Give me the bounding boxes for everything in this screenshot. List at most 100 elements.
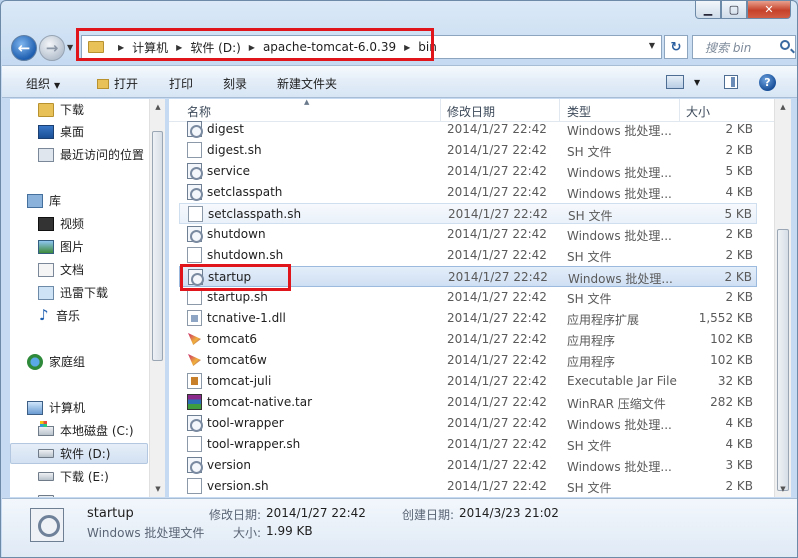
file-modified-date: 2014/1/27 22:42: [447, 164, 547, 178]
scroll-down-icon[interactable]: ▼: [775, 481, 791, 497]
file-type: SH 文件: [568, 209, 613, 223]
sidebar-item-drive-more[interactable]: [38, 489, 164, 497]
maximize-button[interactable]: ▢: [721, 1, 747, 19]
arrow-right-icon: →: [45, 39, 59, 57]
column-modified[interactable]: 修改日期: [447, 103, 495, 120]
file-type: 应用程序扩展: [567, 313, 640, 327]
chevron-down-icon: ▼: [54, 81, 61, 90]
recent-pages-dropdown[interactable]: ▼: [67, 43, 73, 52]
file-row[interactable]: tool-wrapper 2014/1/27 22:42 Windows 批处理..…: [179, 413, 757, 434]
help-icon: ?: [759, 73, 776, 91]
file-row[interactable]: tool-wrapper.sh 2014/1/27 22:42 SH 文件 4 KB: [179, 434, 757, 455]
sidebar-item-downloads[interactable]: 下载: [38, 99, 164, 120]
preview-pane-button[interactable]: [724, 72, 738, 92]
address-highlight-box: [76, 28, 434, 61]
file-row[interactable]: setclasspath.sh 2014/1/27 22:42 SH 文件 5 KB: [179, 203, 757, 224]
sidebar-item-thunder[interactable]: 迅雷下载: [38, 282, 164, 303]
sidebar-item-pictures[interactable]: 图片: [38, 236, 164, 257]
refresh-button[interactable]: ↻: [664, 35, 688, 59]
file-row[interactable]: tomcat-juli 2014/1/27 22:42 Executable Jar…: [179, 371, 757, 392]
navigation-pane-scrollbar[interactable]: ▲ ▼: [149, 99, 165, 497]
sh-file-icon: [187, 478, 202, 494]
dll-file-icon: [187, 310, 202, 326]
sidebar-item-libraries[interactable]: 库: [27, 190, 164, 211]
file-row[interactable]: version.sh 2014/1/27 22:42 SH 文件 2 KB: [179, 476, 757, 497]
chevron-down-icon: ▼: [694, 77, 701, 87]
help-button[interactable]: ?: [759, 72, 776, 92]
file-size: 102 KB: [710, 332, 753, 346]
file-list-scrollbar[interactable]: ▲ ▼: [774, 99, 791, 497]
organize-button[interactable]: 组织 ▼: [26, 75, 60, 92]
file-name: tomcat6: [207, 332, 258, 346]
details-file-type: Windows 批处理文件: [87, 526, 205, 540]
file-name: shutdown: [207, 227, 266, 241]
winrar-archive-icon: [187, 394, 202, 410]
refresh-icon: ↻: [670, 39, 682, 55]
recent-places-icon: [38, 147, 54, 162]
scrollbar-thumb[interactable]: [777, 229, 789, 491]
address-history-dropdown[interactable]: ▼: [649, 41, 655, 50]
scroll-down-icon[interactable]: ▼: [150, 481, 166, 497]
sidebar-item-desktop[interactable]: 桌面: [38, 121, 164, 142]
burn-button[interactable]: 刻录: [223, 75, 247, 92]
homegroup-icon: [27, 353, 43, 370]
file-modified-date: 2014/1/27 22:42: [447, 122, 547, 136]
file-row[interactable]: service 2014/1/27 22:42 Windows 批处理... 5 KB: [179, 161, 757, 182]
sh-file-icon: [187, 247, 202, 263]
computer-icon: [27, 400, 43, 415]
scroll-up-icon[interactable]: ▲: [775, 99, 791, 115]
thunder-download-icon: [38, 285, 54, 300]
sidebar-item-videos[interactable]: 视频: [38, 213, 164, 234]
file-row[interactable]: version 2014/1/27 22:42 Windows 批处理... 3 KB: [179, 455, 757, 476]
sh-file-icon: [187, 289, 202, 305]
print-button[interactable]: 打印: [169, 75, 193, 92]
sidebar-item-documents[interactable]: 文档: [38, 259, 164, 280]
file-row[interactable]: tcnative-1.dll 2014/1/27 22:42 应用程序扩展 1,552…: [179, 308, 757, 329]
back-button[interactable]: ←: [11, 35, 37, 61]
sidebar-item-music[interactable]: 音乐: [38, 305, 164, 326]
scrollbar-thumb[interactable]: [152, 131, 163, 361]
file-row[interactable]: tomcat-native.tar 2014/1/27 22:42 WinRAR 压…: [179, 392, 757, 413]
file-row[interactable]: digest 2014/1/27 22:42 Windows 批处理... 2 KB: [179, 119, 757, 140]
file-size: 5 KB: [724, 207, 752, 221]
file-type: Windows 批处理...: [567, 124, 672, 138]
sidebar-item-drive-c[interactable]: 本地磁盘 (C:): [38, 420, 164, 441]
arrow-left-icon: ←: [17, 39, 31, 57]
sidebar-item-drive-d[interactable]: 软件 (D:): [10, 443, 148, 464]
search-input[interactable]: 搜索 bin: [692, 35, 796, 59]
column-size[interactable]: 大小: [686, 103, 710, 120]
file-modified-date: 2014/1/27 22:42: [447, 437, 547, 451]
file-size: 2 KB: [725, 227, 753, 241]
file-type: Windows 批处理...: [567, 166, 672, 180]
file-row[interactable]: shutdown 2014/1/27 22:42 Windows 批处理... 2 K…: [179, 224, 757, 245]
file-type: Windows 批处理...: [567, 418, 672, 432]
sidebar-item-computer[interactable]: 计算机: [27, 397, 164, 418]
batch-file-icon: [187, 121, 203, 138]
file-modified-date: 2014/1/27 22:42: [447, 332, 547, 346]
scroll-up-icon[interactable]: ▲: [150, 99, 166, 115]
file-row[interactable]: shutdown.sh 2014/1/27 22:42 SH 文件 2 KB: [179, 245, 757, 266]
preview-pane-icon: [724, 75, 738, 89]
tomcat-exe-icon: [187, 331, 202, 347]
drive-d-icon: [38, 449, 54, 458]
file-row[interactable]: digest.sh 2014/1/27 22:42 SH 文件 2 KB: [179, 140, 757, 161]
open-button[interactable]: 打开: [97, 75, 138, 92]
new-folder-button[interactable]: 新建文件夹: [277, 75, 337, 92]
close-button[interactable]: ✕: [747, 1, 791, 19]
minimize-button[interactable]: ▁: [695, 1, 721, 19]
forward-button[interactable]: →: [39, 35, 65, 61]
file-row[interactable]: tomcat6 2014/1/27 22:42 应用程序 102 KB: [179, 329, 757, 350]
pictures-icon: [38, 239, 54, 254]
file-size: 4 KB: [725, 416, 753, 430]
search-placeholder: 搜索 bin: [705, 40, 752, 55]
column-type[interactable]: 类型: [567, 103, 591, 120]
file-row[interactable]: setclasspath 2014/1/27 22:42 Windows 批处理..…: [179, 182, 757, 203]
sidebar-item-homegroup[interactable]: 家庭组: [27, 351, 164, 372]
column-name[interactable]: 名称: [187, 103, 211, 120]
file-row[interactable]: tomcat6w 2014/1/27 22:42 应用程序 102 KB: [179, 350, 757, 371]
file-name: tomcat-native.tar: [207, 395, 313, 409]
sidebar-item-drive-e[interactable]: 下载 (E:): [38, 466, 164, 487]
file-name: tool-wrapper.sh: [207, 437, 301, 451]
sidebar-item-recent[interactable]: 最近访问的位置: [38, 144, 164, 165]
change-view-button[interactable]: ▼: [666, 72, 700, 92]
